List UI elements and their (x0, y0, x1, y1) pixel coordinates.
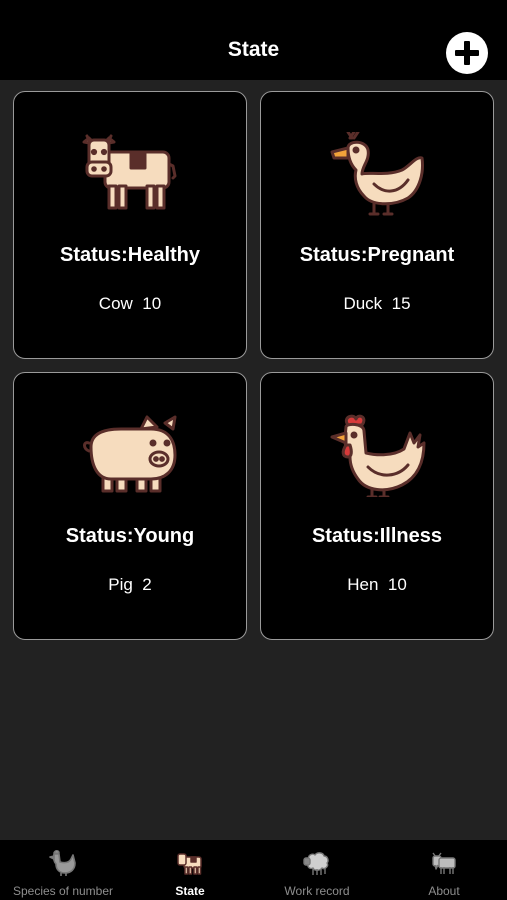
tab-label: Work record (284, 884, 350, 898)
animal-count-line: Hen 10 (261, 575, 493, 595)
animal-count: 15 (391, 294, 411, 313)
cow-icon (177, 853, 202, 875)
state-card-cow[interactable]: Status:Healthy Cow 10 (13, 91, 247, 359)
hen-icon (49, 849, 76, 876)
state-card-pig[interactable]: Status:Young Pig 2 (13, 372, 247, 640)
duck-icon (330, 132, 424, 216)
animal-name: Hen (347, 575, 379, 594)
animal-name: Cow (98, 294, 133, 313)
tab-label: State (175, 884, 205, 898)
animal-count-line: Pig 2 (14, 575, 246, 595)
pig-icon (83, 415, 177, 493)
animal-count: 2 (142, 575, 152, 594)
state-card-hen[interactable]: Status:Illness Hen 10 (260, 372, 494, 640)
page-title: State (227, 38, 280, 61)
tab-about[interactable]: About (381, 840, 507, 900)
state-card-duck[interactable]: Status:Pregnant Duck 15 (260, 91, 494, 359)
animal-count-line: Cow 10 (14, 294, 246, 314)
cow-icon (82, 134, 177, 210)
status-label: Status:Illness (311, 525, 443, 547)
tab-work-record[interactable]: Work record (254, 840, 380, 900)
tab-label: Species of number (12, 884, 114, 898)
animal-count: 10 (142, 294, 162, 313)
animal-count-line: Duck 15 (261, 294, 493, 314)
tab-species-of-number[interactable]: Species of number (0, 840, 126, 900)
hen-icon (330, 414, 426, 497)
header-bar: State (0, 0, 507, 80)
status-label: Status:Healthy (59, 244, 201, 266)
status-label: Status:Pregnant (299, 244, 455, 266)
tab-label: About (428, 884, 460, 898)
animal-name: Duck (343, 294, 383, 313)
animal-count: 10 (387, 575, 407, 594)
sheep-icon (303, 852, 329, 875)
add-button[interactable] (446, 32, 488, 74)
status-label: Status:Young (65, 525, 195, 547)
animal-name: Pig (108, 575, 133, 594)
tab-bar: Species of number State Work record Abou… (0, 840, 507, 900)
tab-state[interactable]: State (127, 840, 253, 900)
goat-icon (432, 852, 456, 874)
